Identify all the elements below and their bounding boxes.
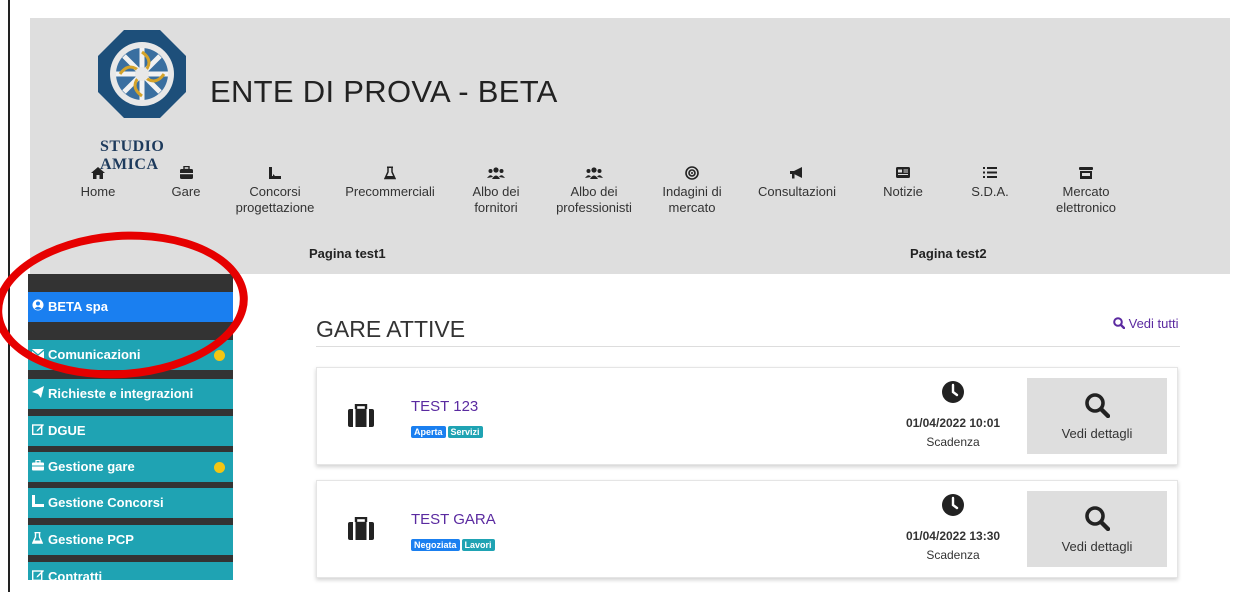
sidebar-item-label: Gestione PCP — [48, 532, 134, 547]
nav-label: S.D.A. — [971, 184, 1009, 199]
tender-card: TEST 123 Aperta Servizi 01/04/2022 10:01 … — [316, 367, 1178, 465]
category-badge: Lavori — [461, 539, 495, 551]
sidebar-item-dgue[interactable]: DGUE — [28, 416, 233, 446]
view-details-label: Vedi dettagli — [1061, 426, 1133, 441]
view-details-button[interactable]: Vedi dettagli — [1027, 491, 1167, 567]
tender-card: TEST GARA Negoziata Lavori 01/04/2022 13:… — [316, 480, 1178, 578]
nav-item-indagini[interactable]: Indagini di mercato — [647, 166, 737, 216]
nav-label: Precommerciali — [345, 184, 435, 199]
list-icon — [945, 166, 1035, 184]
nav-item-consultazioni[interactable]: Consultazioni — [742, 166, 852, 200]
sidebar-item-gestione-pcp[interactable]: Gestione PCP — [28, 525, 233, 555]
sidebar-item-richieste[interactable]: Richieste e integrazioni — [28, 379, 233, 409]
sidebar-item-gestione-gare[interactable]: Gestione gare — [28, 452, 233, 482]
site-header: STUDIO AMICA ENTE DI PROVA - BETA Home G… — [30, 18, 1230, 274]
nav-item-albo-professionisti[interactable]: Albo dei professionisti — [544, 166, 644, 216]
home-icon — [53, 166, 143, 184]
newspaper-icon — [858, 166, 948, 184]
clock-icon — [942, 494, 964, 516]
nav-label: Indagini di mercato — [662, 184, 722, 215]
search-icon — [1085, 393, 1110, 418]
nav-label: Notizie — [883, 184, 923, 199]
see-all-label: Vedi tutti — [1128, 316, 1179, 331]
users-icon — [451, 166, 541, 184]
search-icon — [1085, 506, 1110, 531]
tender-badges: Aperta Servizi — [411, 422, 485, 440]
tender-title-link[interactable]: TEST 123 — [411, 398, 478, 415]
flask-icon — [31, 525, 48, 555]
divider — [316, 346, 1180, 347]
notification-dot — [214, 462, 225, 473]
tender-title-link[interactable]: TEST GARA — [411, 511, 496, 528]
nav-item-mercato-elettronico[interactable]: Mercato elettronico — [1041, 166, 1131, 216]
store-icon — [1041, 166, 1131, 184]
subnav-page-test1[interactable]: Pagina test1 — [309, 246, 386, 261]
nav-label: Consultazioni — [757, 184, 837, 199]
sidebar-item-label: DGUE — [48, 423, 86, 438]
tender-badges: Negoziata Lavori — [411, 535, 497, 553]
drafting-icon — [32, 488, 48, 518]
nav-item-home[interactable]: Home — [53, 166, 143, 200]
subnav-page-test2[interactable]: Pagina test2 — [910, 246, 987, 261]
logo-emblem-icon — [98, 30, 186, 118]
drafting-icon — [230, 166, 320, 184]
megaphone-icon — [742, 166, 852, 184]
procedure-badge: Negoziata — [411, 539, 460, 551]
sidebar-item-label: Gestione gare — [48, 459, 135, 474]
target-icon — [647, 166, 737, 184]
site-title: ENTE DI PROVA - BETA — [210, 74, 558, 109]
deadline-label: Scadenza — [926, 435, 980, 449]
nav-item-gare[interactable]: Gare — [141, 165, 231, 200]
briefcase-icon — [32, 452, 48, 482]
nav-label: Home — [80, 184, 116, 199]
nav-item-sda[interactable]: S.D.A. — [945, 166, 1035, 200]
users-icon — [544, 166, 644, 184]
view-details-label: Vedi dettagli — [1061, 539, 1133, 554]
see-all-link[interactable]: Vedi tutti — [1113, 316, 1179, 331]
nav-label: Albo dei fornitori — [472, 184, 520, 215]
nav-label: Mercato elettronico — [1056, 184, 1116, 215]
flask-icon — [340, 166, 440, 184]
page: STUDIO AMICA ENTE DI PROVA - BETA Home G… — [0, 0, 1239, 592]
nav-label: Concorsi progettazione — [235, 184, 315, 215]
deadline-label: Scadenza — [926, 548, 980, 562]
category-badge: Servizi — [447, 426, 483, 438]
edit-icon — [31, 562, 48, 580]
search-icon — [1113, 317, 1126, 330]
sidebar-item-label: Gestione Concorsi — [48, 495, 164, 510]
clock-icon — [942, 381, 964, 403]
nav-item-precommerciali[interactable]: Precommerciali — [340, 166, 440, 200]
sidebar-item-gestione-concorsi[interactable]: Gestione Concorsi — [28, 488, 233, 518]
sidebar-item-contratti[interactable]: Contratti — [28, 562, 233, 580]
nav-label: Albo dei professionisti — [556, 184, 632, 215]
main-nav: Home Gare Concorsi progettazione Precomm… — [30, 165, 1230, 236]
briefcase-icon — [348, 517, 374, 540]
sidebar-item-label: Contratti — [48, 569, 103, 580]
view-details-button[interactable]: Vedi dettagli — [1027, 378, 1167, 454]
section-title: GARE ATTIVE — [316, 316, 466, 342]
nav-label: Gare — [171, 184, 201, 199]
deadline-date: 01/04/2022 10:01 — [905, 416, 1001, 430]
nav-item-notizie[interactable]: Notizie — [858, 166, 948, 200]
deadline-date: 01/04/2022 13:30 — [905, 529, 1001, 543]
edit-icon — [31, 416, 48, 446]
paper-plane-icon — [32, 379, 48, 409]
nav-item-albo-fornitori[interactable]: Albo dei fornitori — [451, 166, 541, 216]
notification-dot — [214, 350, 225, 361]
briefcase-icon — [141, 165, 231, 184]
nav-item-concorsi[interactable]: Concorsi progettazione — [230, 166, 320, 216]
logo[interactable]: STUDIO AMICA — [78, 26, 208, 173]
briefcase-icon — [348, 404, 374, 427]
sidebar-item-label: Richieste e integrazioni — [48, 386, 194, 401]
procedure-badge: Aperta — [411, 426, 446, 438]
